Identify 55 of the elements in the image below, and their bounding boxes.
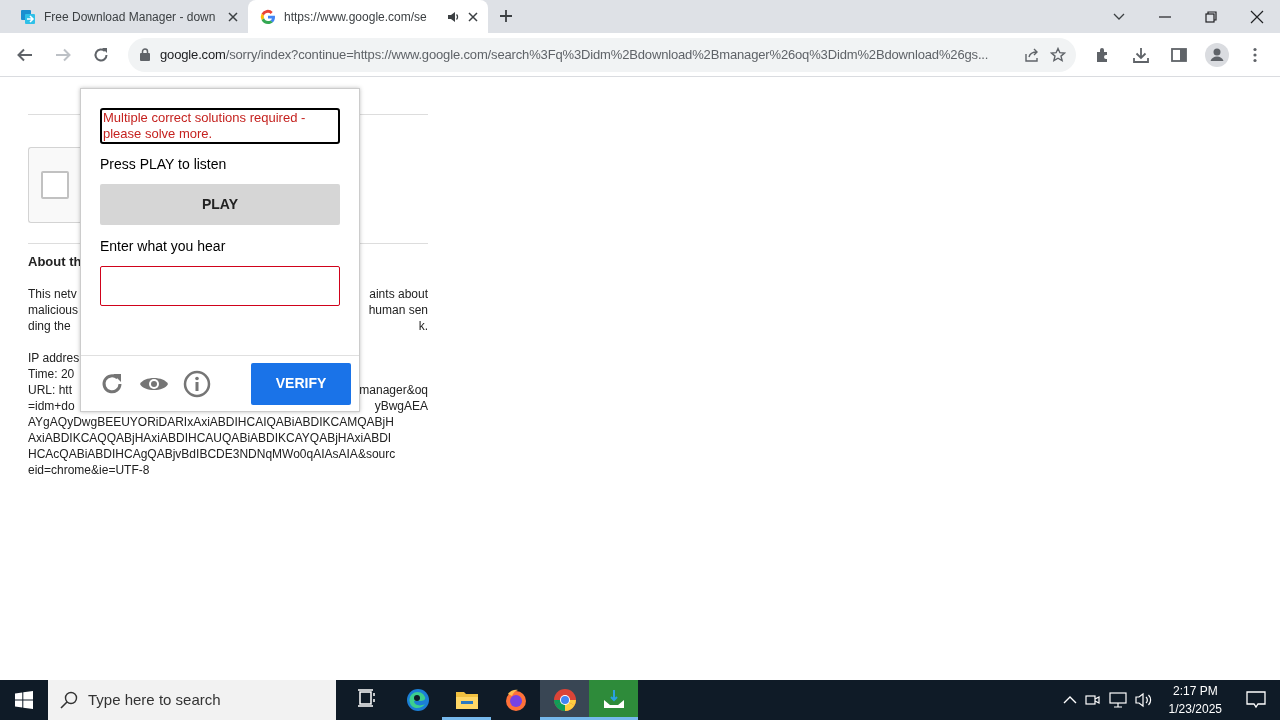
body-text: AYgAQyDwgBEEUYORiDARIxAxiABDIHCAIQABiABDIKCAMQABjH (28, 414, 394, 430)
play-button[interactable]: PLAY (100, 184, 340, 225)
body-text: HCAcQABiABDIHCAgQABjvBdIBCDE3NDNqMWo0qAIAsAIA&sourc (28, 446, 396, 462)
taskbar-app[interactable] (540, 680, 589, 720)
browser-tab[interactable]: https://www.google.com/se (248, 0, 488, 33)
body-text: Time: 20 (28, 366, 75, 382)
url-text: google.com/sorry/index?continue=https://www.google.com/search%3Fq%3Didm%2Bdownload%2Bmanager%26oq%3Didm%2Bdownload%26gs... (160, 45, 990, 64)
speaker-icon[interactable] (446, 9, 460, 24)
browser-tab[interactable]: Free Download Manager - down (8, 0, 248, 33)
windows-icon[interactable] (15, 691, 33, 709)
download-icon[interactable] (1132, 45, 1150, 64)
google-icon (260, 8, 276, 25)
network-icon[interactable] (1108, 692, 1127, 708)
search-icon (60, 691, 78, 709)
notification-icon[interactable] (1246, 691, 1266, 709)
body-text: malicious (28, 302, 78, 318)
body-text: URL: htt (28, 382, 72, 398)
star-icon[interactable] (1050, 46, 1066, 63)
new-tab-icon[interactable] (499, 9, 513, 23)
app-icon (20, 8, 36, 25)
field-label: Enter what you hear (100, 237, 227, 256)
search-field[interactable]: Type here to search (48, 680, 336, 720)
address-bar[interactable]: google.com/sorry/index?continue=https://www.google.com/search%3Fq%3Didm%2Bdownload%2Bmanager%26oq%3Didm%2Bdownload%26gs... (128, 37, 1076, 72)
body-text: human sen (368, 302, 428, 318)
share-icon[interactable] (1024, 46, 1040, 63)
error-message: Multiple correct solutions required - please solve more. (100, 108, 340, 144)
body-text: ding the (28, 318, 71, 334)
restore-icon[interactable] (1204, 9, 1218, 24)
instruction-text: Press PLAY to listen (100, 155, 228, 174)
volume-icon[interactable] (1134, 692, 1153, 708)
answer-field[interactable] (100, 266, 340, 306)
body-text: This netv (28, 286, 77, 302)
chrome-icon (552, 688, 577, 712)
chevron-up-icon[interactable] (1062, 695, 1077, 705)
close-icon[interactable] (1250, 9, 1264, 24)
body-text: yBwgAEA (374, 398, 428, 414)
lock-icon (140, 48, 150, 61)
body-text: IP addres (28, 350, 80, 366)
camera-icon[interactable] (1084, 692, 1101, 708)
body-text: manager&oq (359, 382, 428, 398)
body-text: k. (418, 318, 428, 334)
clock[interactable]: 2:17 PM 1/23/2025 (1160, 682, 1230, 718)
verify-button[interactable]: VERIFY (251, 362, 351, 405)
edge-icon (405, 688, 430, 712)
body-text: eid=chrome&ie=UTF-8 (28, 462, 150, 478)
profile-icon[interactable] (1205, 42, 1229, 67)
body-text: =idm+do (28, 398, 75, 414)
reload-icon[interactable] (92, 45, 110, 64)
close-icon[interactable] (228, 11, 238, 22)
checkbox[interactable] (41, 171, 69, 199)
side-panel-icon[interactable] (1170, 45, 1188, 64)
info-icon[interactable] (183, 369, 211, 398)
body-text: aints about (369, 286, 428, 302)
body-text: AxiABDIKCAQQABjHAxiABDIHCAUQABiABDIKCAYQABjHAxiABDI (28, 430, 392, 446)
close-icon[interactable] (468, 11, 478, 22)
